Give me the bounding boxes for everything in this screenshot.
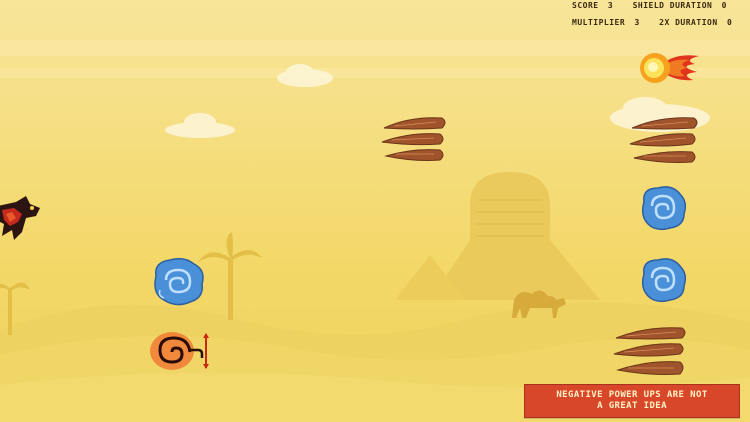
shield-duration-label: SHIELD DURATION <box>632 1 713 10</box>
score-label: SCORE <box>572 1 599 10</box>
red-spiral-slow-icon[interactable] <box>148 328 212 374</box>
multiplier-label: MULTIPLIER <box>572 18 626 27</box>
blue-swirl-shield-icon[interactable] <box>150 256 206 306</box>
feather-spike-icon[interactable] <box>380 114 450 166</box>
tip-banner: NEGATIVE POWER UPS ARE NOT A GREAT IDEA <box>524 384 740 418</box>
hud-row-bottom: MULTIPLIER 3 2X DURATION 0 <box>572 18 732 27</box>
blue-swirl-shield-icon[interactable] <box>638 184 688 232</box>
tip-line-1: NEGATIVE POWER UPS ARE NOT <box>556 390 708 400</box>
dragon-icon[interactable] <box>0 196 44 242</box>
blue-swirl-shield-icon[interactable] <box>638 256 688 304</box>
multiplier-value: 3 <box>634 18 640 27</box>
double-duration-label: 2X DURATION <box>659 18 718 27</box>
shield-duration-value: 0 <box>721 1 727 10</box>
score-value: 3 <box>607 1 614 10</box>
game-scene[interactable]: SCORE 3 SHIELD DURATION 0 MULTIPLIER 3 2… <box>0 0 750 422</box>
double-duration-value: 0 <box>726 18 733 27</box>
hud-row-top: SCORE 3 SHIELD DURATION 0 <box>572 1 727 10</box>
feather-spike-icon[interactable] <box>628 114 702 168</box>
tip-line-2: A GREAT IDEA <box>597 401 667 411</box>
fireball-icon[interactable] <box>637 50 701 86</box>
feather-spike-icon[interactable] <box>612 324 690 380</box>
